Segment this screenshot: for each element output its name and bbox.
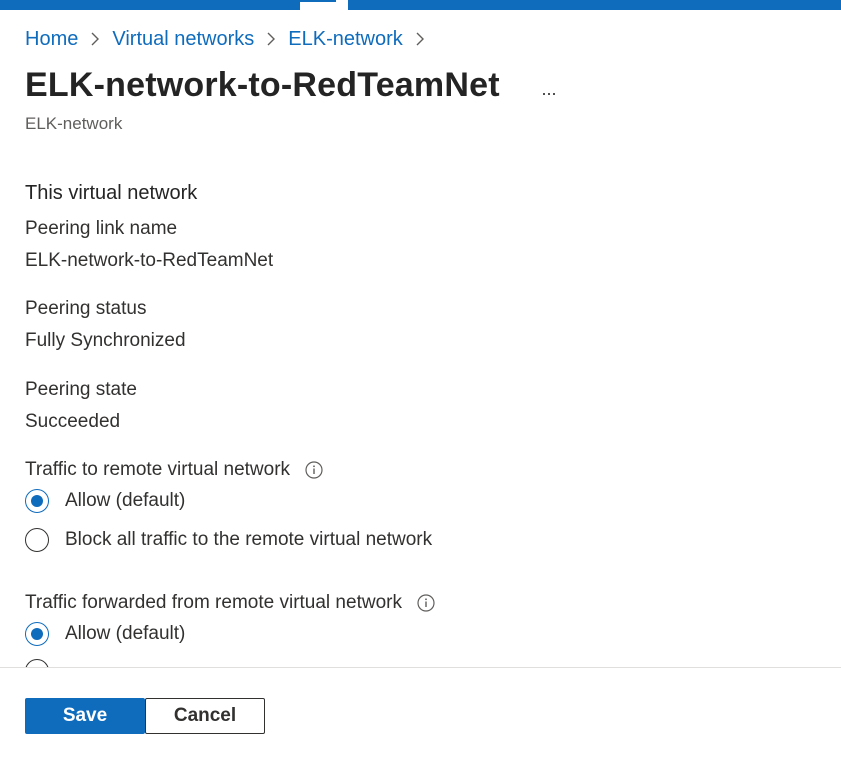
traffic-to-remote-text: Traffic to remote virtual network [25, 459, 291, 480]
footer-divider [0, 667, 841, 668]
save-button[interactable]: Save [25, 698, 145, 734]
radio-label: Allow (default) [65, 490, 186, 511]
peering-details: This virtual network Peering link name E… [25, 0, 805, 668]
radio-label: Allow (default) [65, 623, 186, 644]
peering-state-value: Succeeded [25, 411, 121, 432]
traffic-forwarded-text: Traffic forwarded from remote virtual ne… [25, 592, 402, 613]
info-icon[interactable] [305, 461, 323, 479]
peering-state-label: Peering state [25, 379, 137, 400]
radio-indicator [25, 528, 49, 552]
traffic-to-remote-label: Traffic to remote virtual network [25, 459, 323, 481]
radio-label: Block all traffic to the remote virtual … [65, 529, 433, 550]
traffic-forwarded-label: Traffic forwarded from remote virtual ne… [25, 592, 435, 614]
traffic-to-remote-allow-radio[interactable]: Allow (default) [25, 489, 185, 513]
cancel-button[interactable]: Cancel [145, 698, 265, 734]
info-icon[interactable] [417, 594, 435, 612]
peering-link-name-value: ELK-network-to-RedTeamNet [25, 250, 274, 271]
section-heading: This virtual network [25, 182, 198, 204]
peering-status-value: Fully Synchronized [25, 330, 186, 351]
peering-link-name-label: Peering link name [25, 218, 178, 239]
traffic-forwarded-allow-radio[interactable]: Allow (default) [25, 622, 185, 646]
radio-selected-indicator [25, 622, 49, 646]
peering-status-label: Peering status [25, 298, 147, 319]
radio-selected-indicator [25, 489, 49, 513]
traffic-to-remote-block-radio[interactable]: Block all traffic to the remote virtual … [25, 528, 432, 552]
